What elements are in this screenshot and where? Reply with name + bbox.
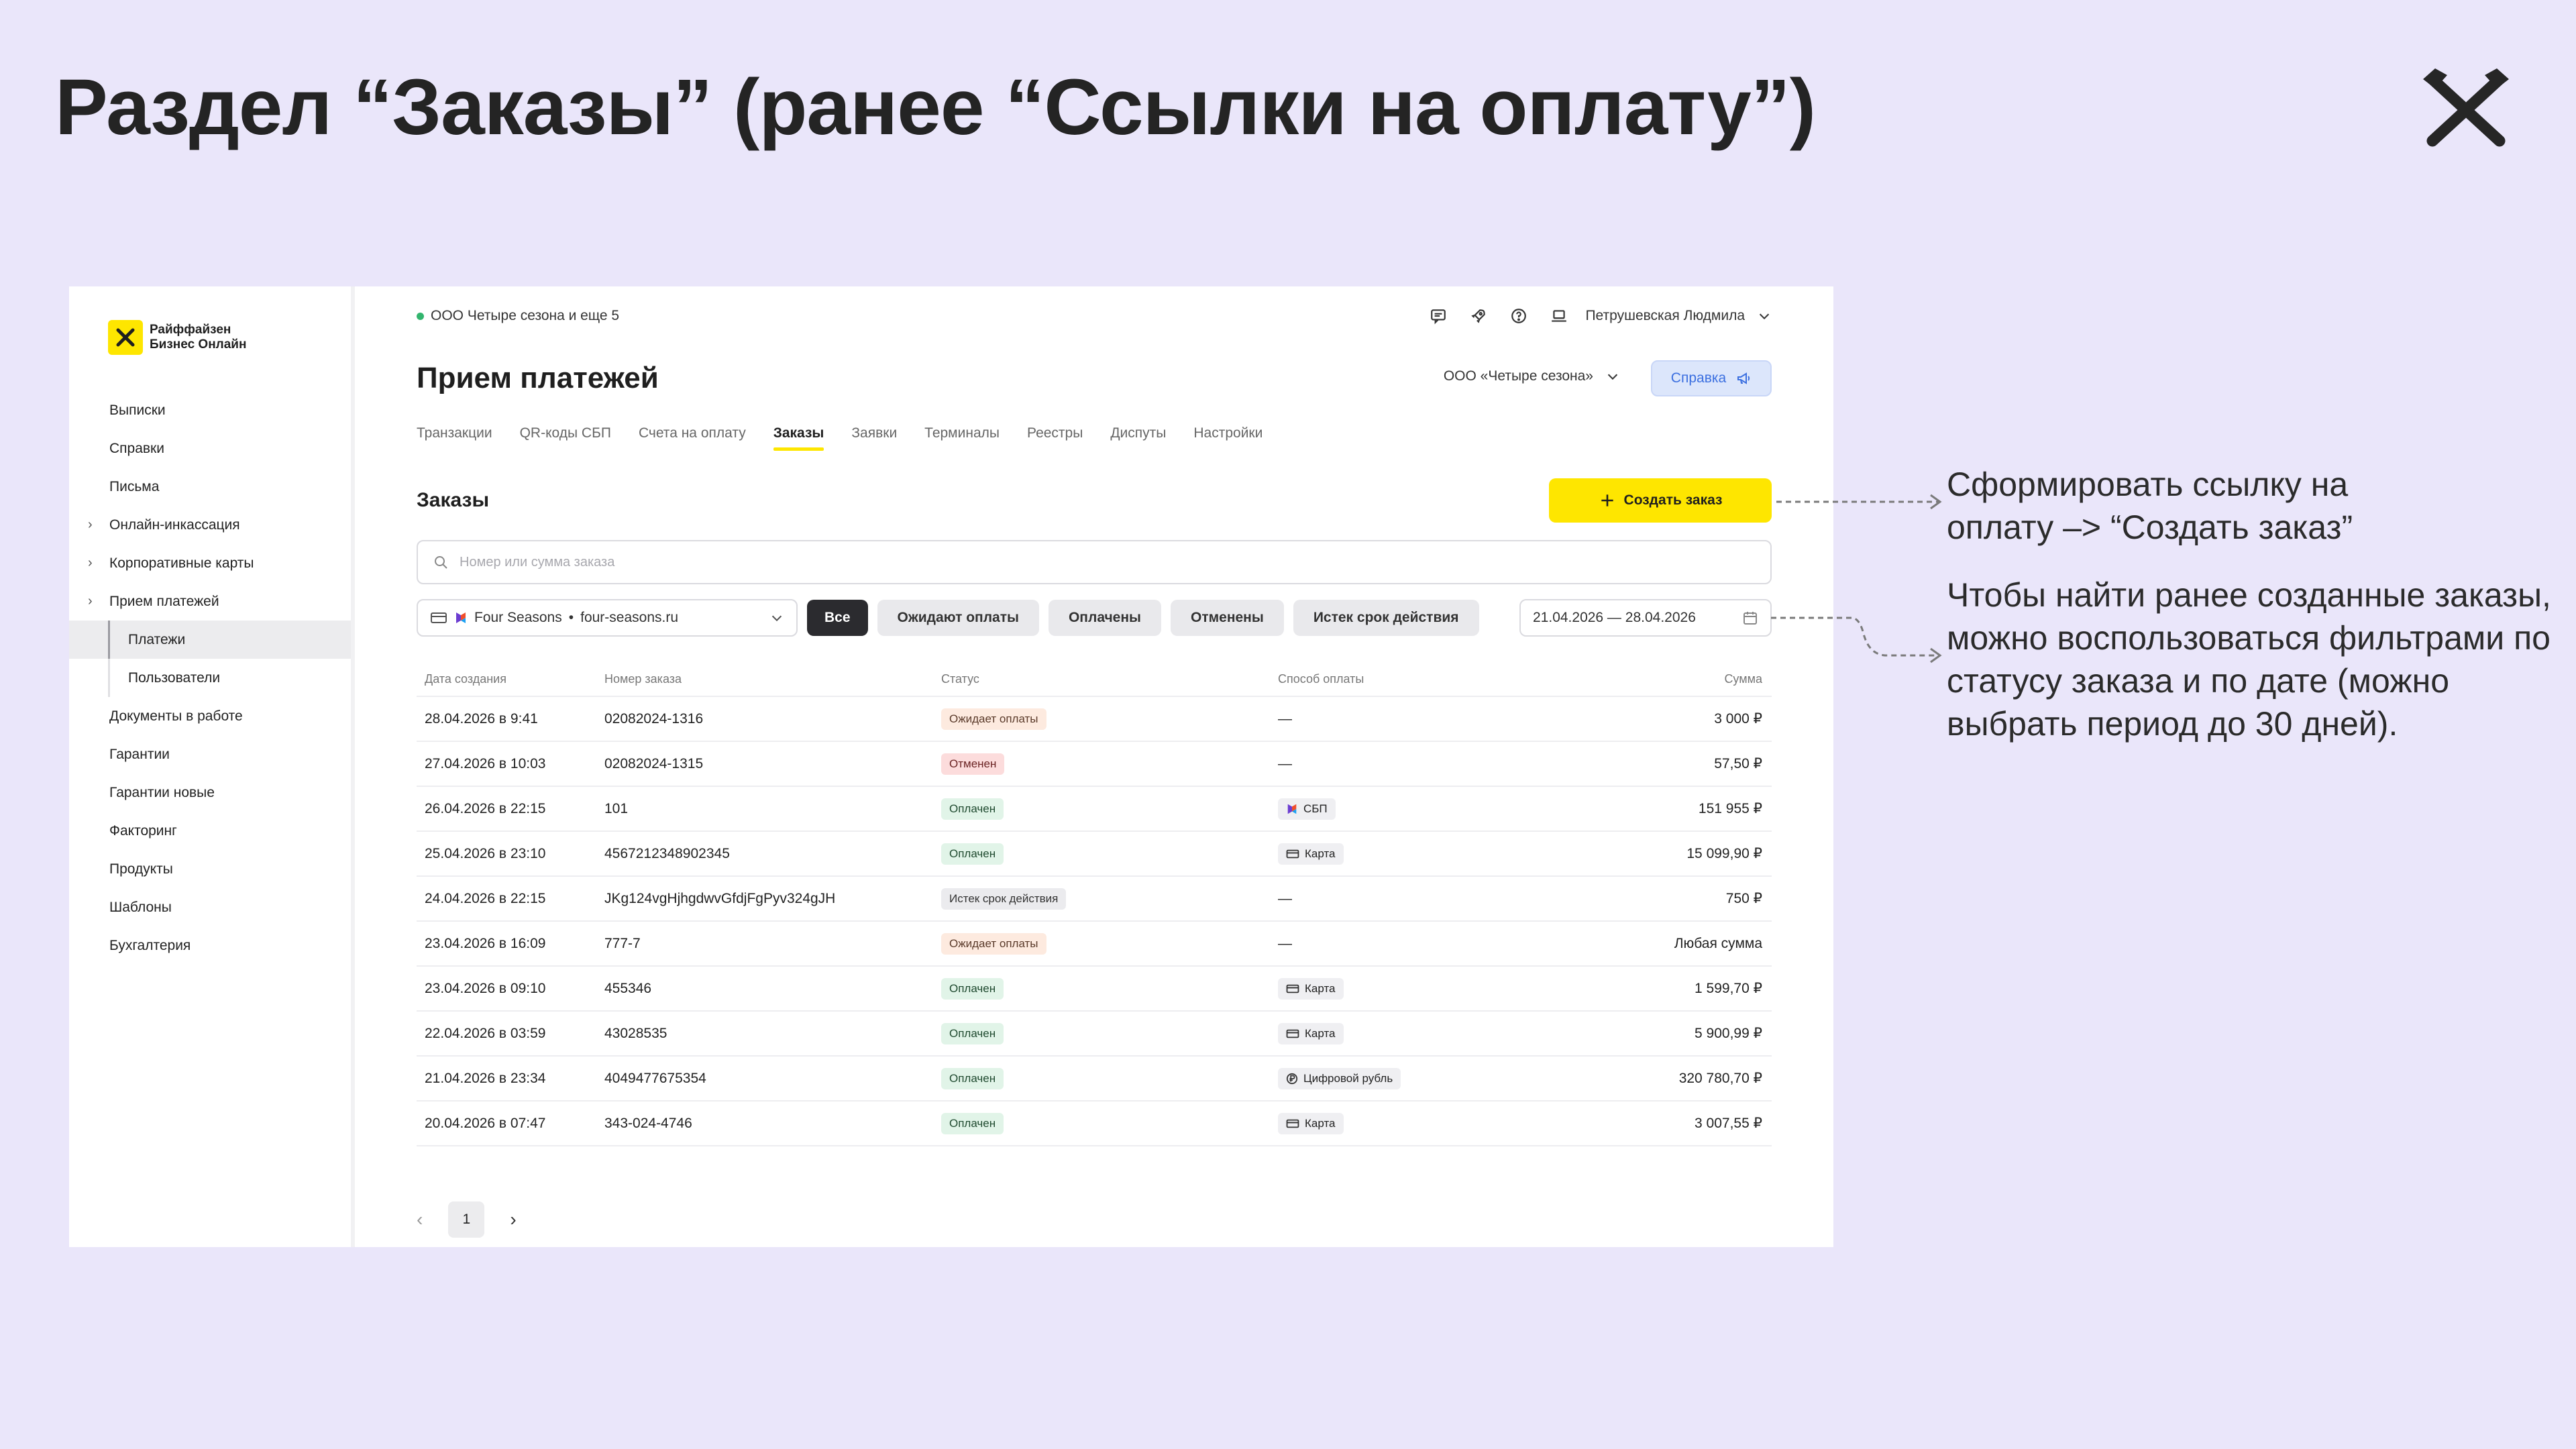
annotation-create-order: Сформировать ссылку на оплату –> “Создат… [1947, 463, 2353, 549]
annotation-filters: Чтобы найти ранее созданные заказы, можн… [1947, 574, 2551, 745]
connector-arrowhead [1930, 494, 1942, 510]
annotation-line: можно воспользоваться фильтрами по [1947, 619, 2551, 657]
annotation-line: статусу заказа и по дате (можно [1947, 662, 2450, 700]
annotation-line: оплату –> “Создать заказ” [1947, 508, 2353, 546]
annotation-line: выбрать период до 30 дней). [1947, 705, 2398, 743]
connector-filters [1771, 616, 1939, 657]
annotation-line: Сформировать ссылку на [1947, 466, 2349, 503]
annotation-line: Чтобы найти ранее созданные заказы, [1947, 576, 2551, 614]
